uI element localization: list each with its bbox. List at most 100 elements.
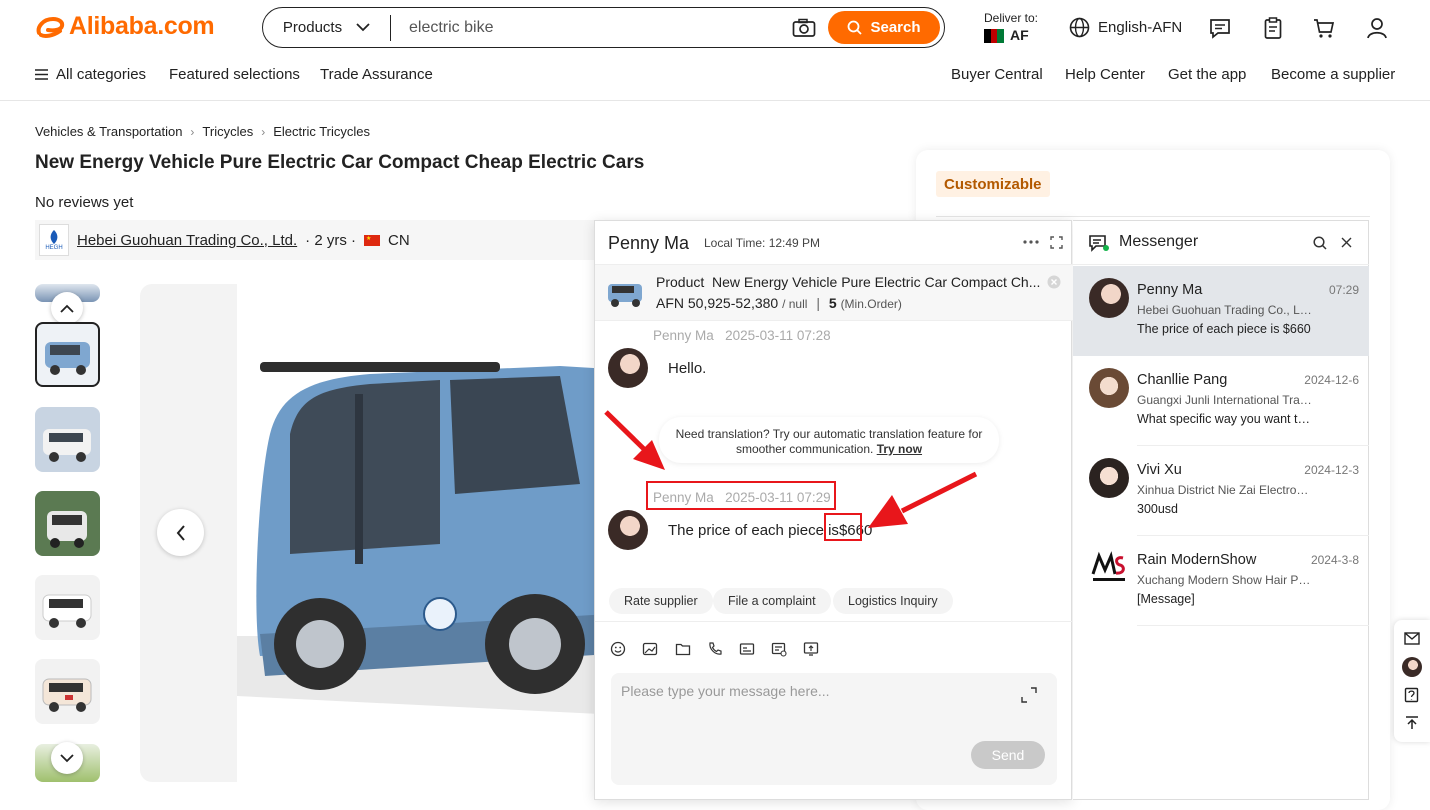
messenger-title: Messenger — [1119, 233, 1199, 250]
back-to-top-icon[interactable] — [1404, 715, 1420, 731]
product-thumbnail[interactable] — [35, 491, 100, 556]
chat-divider: | — [816, 295, 820, 311]
image-search-icon[interactable] — [792, 18, 816, 38]
breadcrumb-item[interactable]: Vehicles & Transportation — [35, 124, 182, 139]
main-product-image[interactable] — [140, 284, 610, 782]
message-meta: Penny Ma 2025-03-11 07:28 — [653, 328, 831, 343]
logo-text: Alibaba.com — [69, 12, 215, 40]
alibaba-logo[interactable]: Alibaba.com — [35, 12, 215, 41]
thumbnails-up-button[interactable] — [51, 292, 83, 324]
nav-become-supplier[interactable]: Become a supplier — [1271, 66, 1395, 83]
close-icon[interactable] — [1341, 237, 1352, 248]
chat-price-unit: / null — [782, 297, 808, 311]
chat-contact-name: Penny Ma — [608, 233, 690, 253]
image-upload-icon[interactable] — [642, 641, 658, 657]
close-product-icon[interactable] — [1047, 275, 1061, 289]
emoji-icon[interactable] — [610, 641, 626, 657]
nav-get-the-app[interactable]: Get the app — [1168, 66, 1246, 83]
deliver-to-selector[interactable]: Deliver to: AF — [984, 11, 1038, 43]
phone-call-icon[interactable] — [707, 641, 723, 657]
business-card-icon[interactable] — [739, 641, 755, 657]
file-complaint-button[interactable]: File a complaint — [713, 588, 831, 614]
annotation-box-timestamp — [646, 481, 836, 510]
avatar[interactable] — [1402, 657, 1422, 677]
afghanistan-flag-icon — [984, 28, 1005, 43]
product-thumbnail[interactable] — [35, 575, 100, 640]
conversation-time: 2024-3-8 — [1310, 553, 1359, 567]
cart-icon[interactable] — [1313, 17, 1335, 39]
avatar[interactable] — [608, 348, 648, 388]
try-now-link[interactable]: Try now — [877, 442, 922, 456]
chat-product-name: New Energy Vehicle Pure Electric Car Com… — [712, 274, 1041, 290]
globe-icon — [1069, 17, 1090, 38]
search-icon[interactable] — [1313, 236, 1327, 250]
breadcrumb-item[interactable]: Electric Tricycles — [273, 124, 370, 139]
nav-trade-assurance[interactable]: Trade Assurance — [320, 66, 433, 83]
conversation-last-message: The price of each piece is $660 — [1137, 322, 1311, 336]
screen-share-icon[interactable] — [803, 641, 819, 657]
send-button[interactable]: Send — [971, 741, 1045, 769]
message-icon[interactable] — [1209, 17, 1231, 39]
chevron-left-icon — [176, 524, 185, 541]
thumbnails-down-button[interactable] — [51, 742, 83, 774]
nav-all-categories[interactable]: All categories — [35, 66, 146, 83]
conversation-divider — [1137, 625, 1369, 626]
conversation-item[interactable]: Chanllie Pang 2024-12-6 Guangxi Junli In… — [1073, 356, 1369, 446]
chat-moq: 5 — [828, 295, 837, 311]
search-input[interactable] — [391, 18, 792, 37]
floating-side-toolbar — [1394, 620, 1430, 742]
conversation-company: Hebei Guohuan Trading Co., Ltd. — [1137, 303, 1313, 317]
nav-help-center[interactable]: Help Center — [1065, 66, 1145, 83]
orders-clipboard-icon[interactable] — [1262, 17, 1284, 39]
account-icon[interactable] — [1366, 17, 1388, 39]
avatar[interactable] — [608, 510, 648, 550]
product-thumbnail[interactable] — [35, 659, 100, 724]
messenger-panel: Messenger Penny Ma 07:29 Hebei Guohuan T… — [1073, 220, 1369, 800]
logistics-inquiry-button[interactable]: Logistics Inquiry — [833, 588, 953, 614]
chat-moq-label: (Min.Order) — [840, 297, 902, 311]
conversation-item[interactable]: Rain ModernShow 2024-3-8 Xuchang Modern … — [1073, 536, 1369, 626]
conversation-item[interactable]: Vivi Xu 2024-12-3 Xinhua District Nie Za… — [1073, 446, 1369, 536]
chevron-down-icon — [60, 753, 74, 762]
search-bar: Products Search — [262, 7, 945, 48]
messenger-icon — [1089, 235, 1109, 252]
conversation-name: Vivi Xu — [1137, 462, 1182, 478]
chevron-right-icon: › — [190, 124, 195, 139]
chat-product-bar[interactable]: Product New Energy Vehicle Pure Electric… — [595, 265, 1073, 321]
supplier-name-link[interactable]: Hebei Guohuan Trading Co., Ltd. — [77, 232, 297, 249]
supplier-years: · 2 yrs · — [305, 231, 356, 249]
deliver-country: AF — [1010, 27, 1029, 43]
nav-featured-selections[interactable]: Featured selections — [169, 66, 300, 83]
product-thumbnail[interactable] — [35, 407, 100, 472]
search-button-label: Search — [870, 19, 921, 36]
chat-product-price: AFN 50,925-52,380 — [656, 295, 779, 311]
expand-input-icon[interactable] — [1021, 687, 1037, 703]
product-thumbnail-selected[interactable] — [35, 322, 100, 387]
conversation-item-selected[interactable]: Penny Ma 07:29 Hebei Guohuan Trading Co.… — [1073, 266, 1369, 356]
breadcrumb-item[interactable]: Tricycles — [202, 124, 253, 139]
nav-buyer-central[interactable]: Buyer Central — [951, 66, 1043, 83]
folder-icon[interactable] — [675, 641, 691, 657]
feedback-icon[interactable] — [1404, 687, 1420, 703]
message-sender: Penny Ma — [653, 328, 714, 343]
search-button[interactable]: Search — [828, 11, 940, 44]
rate-supplier-button[interactable]: Rate supplier — [609, 588, 713, 614]
conversation-time: 2024-12-6 — [1304, 373, 1359, 387]
chat-window: Penny Ma Local Time: 12:49 PM Product Ne… — [594, 220, 1073, 800]
search-category-dropdown[interactable]: Products — [263, 14, 391, 41]
conversation-company: Xinhua District Nie Zai Electroni... — [1137, 483, 1313, 497]
language-selector[interactable]: English-AFN — [1069, 17, 1182, 38]
more-options-icon[interactable] — [1023, 240, 1039, 244]
avatar — [1089, 278, 1129, 318]
menu-icon — [35, 69, 48, 80]
conversation-name: Penny Ma — [1137, 282, 1203, 298]
order-request-icon[interactable] — [771, 641, 787, 657]
chevron-right-icon: › — [261, 124, 266, 139]
chat-header: Penny Ma Local Time: 12:49 PM — [595, 221, 1073, 265]
conversation-time: 07:29 — [1328, 283, 1359, 297]
chevron-up-icon — [60, 304, 74, 313]
conversation-company: Guangxi Junli International Trad... — [1137, 393, 1313, 407]
mail-icon[interactable] — [1404, 632, 1420, 645]
fullscreen-icon[interactable] — [1050, 236, 1063, 249]
image-prev-button[interactable] — [157, 509, 204, 556]
